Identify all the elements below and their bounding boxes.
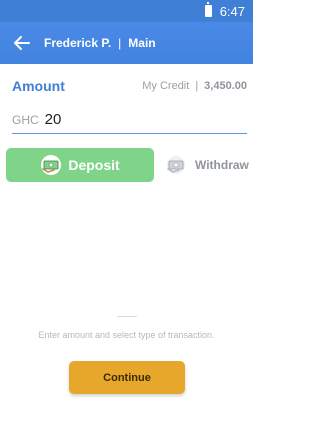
amount-field: GHC bbox=[12, 106, 247, 134]
user-name: Frederick P. bbox=[44, 36, 112, 50]
deposit-label: Deposit bbox=[68, 157, 120, 173]
withdraw-label: Withdraw bbox=[195, 158, 249, 172]
instruction-text: Enter amount and select type of transact… bbox=[38, 330, 215, 340]
title-separator: | bbox=[118, 36, 122, 50]
deposit-money-icon bbox=[40, 154, 62, 176]
credit-separator: | bbox=[195, 80, 199, 92]
app-bar: Frederick P. | Main bbox=[0, 22, 253, 64]
continue-label: Continue bbox=[103, 371, 151, 384]
amount-input[interactable] bbox=[44, 111, 185, 128]
amount-label: Amount bbox=[12, 78, 65, 94]
page-title: Frederick P. | Main bbox=[44, 36, 156, 50]
withdraw-button[interactable]: Withdraw bbox=[160, 148, 250, 182]
back-button[interactable] bbox=[0, 22, 44, 64]
currency-label: GHC bbox=[12, 112, 39, 127]
credit-value: 3,450.00 bbox=[204, 80, 247, 92]
status-time: 6:47 bbox=[219, 3, 245, 19]
credit-info: My Credit | 3,450.00 bbox=[142, 80, 247, 92]
continue-button[interactable]: Continue bbox=[69, 361, 185, 394]
section-name: Main bbox=[128, 36, 156, 50]
credit-label: My Credit bbox=[142, 80, 190, 92]
amount-header: Amount My Credit | 3,450.00 bbox=[12, 76, 247, 96]
divider bbox=[117, 316, 137, 317]
status-bar: 6:47 bbox=[0, 0, 253, 22]
back-arrow-icon bbox=[14, 36, 30, 50]
withdraw-money-icon bbox=[165, 155, 187, 175]
deposit-button[interactable]: Deposit bbox=[6, 148, 154, 182]
battery-icon bbox=[204, 2, 212, 17]
